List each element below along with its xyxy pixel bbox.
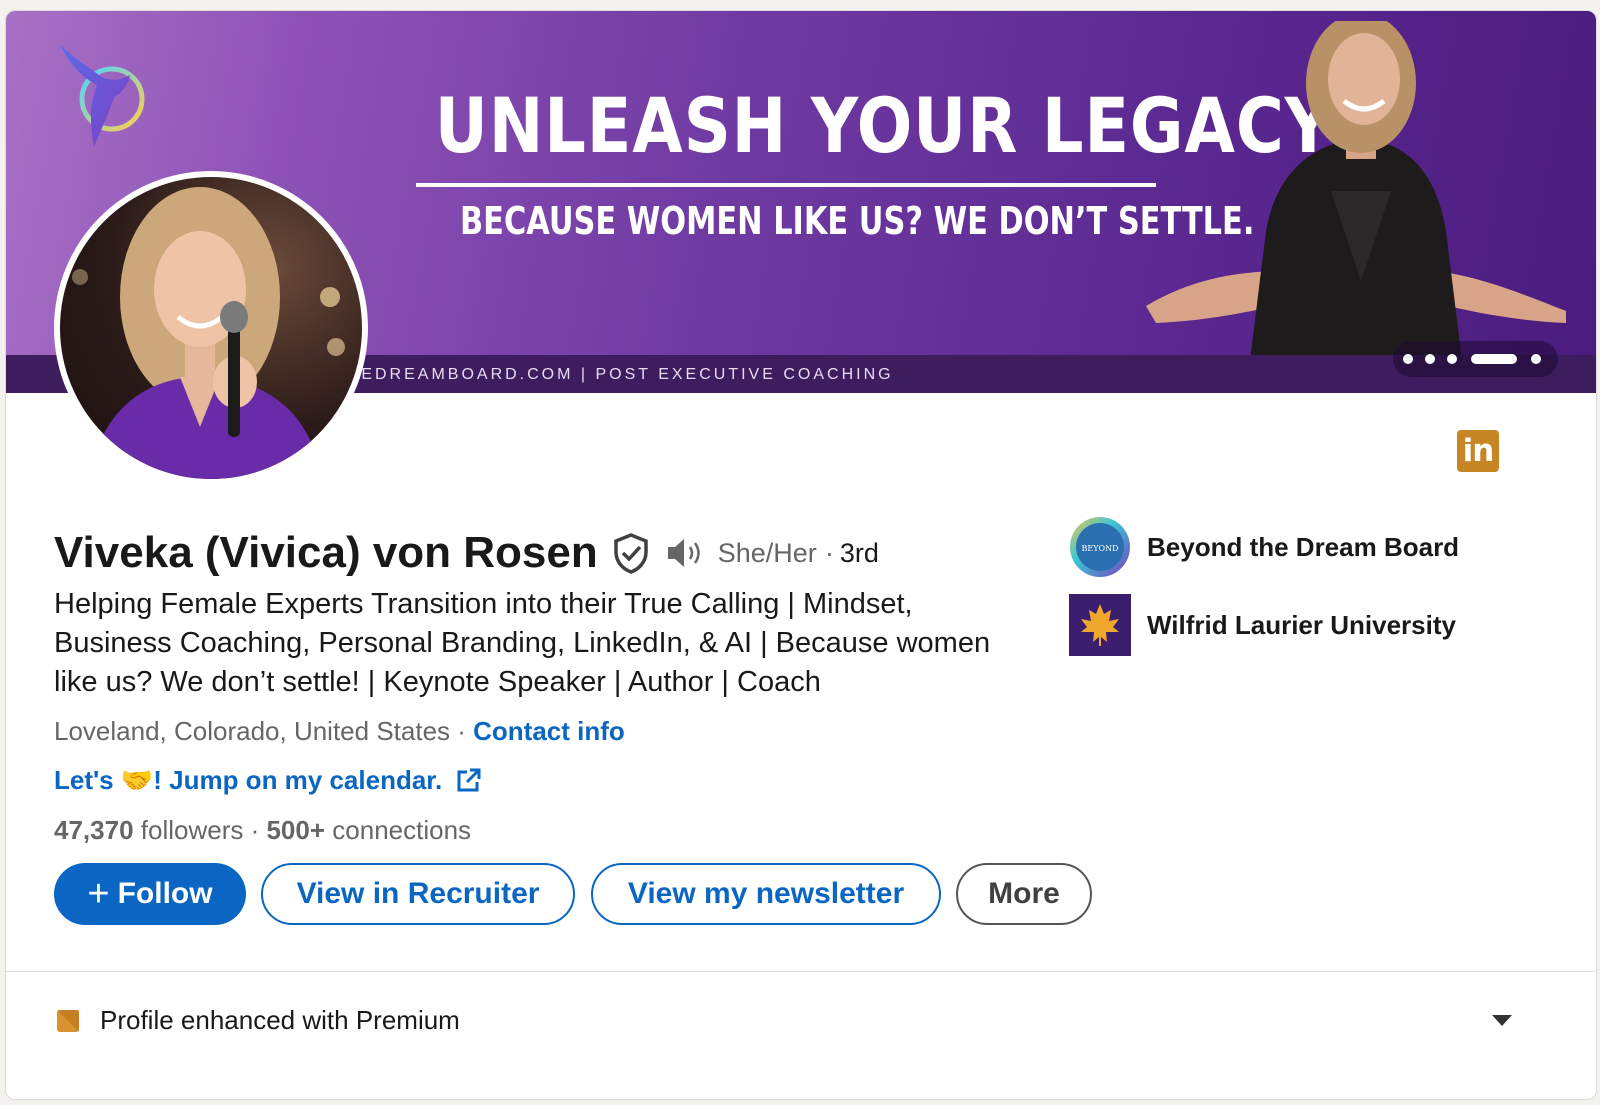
network-stats: 47,370 followers · 500+ connections <box>54 815 471 846</box>
carousel-dot[interactable] <box>1425 354 1435 364</box>
more-button[interactable]: More <box>956 863 1092 925</box>
location-separator: · <box>450 716 474 746</box>
current-company-link[interactable]: BEYOND Beyond the Dream Board <box>1069 516 1459 578</box>
profile-card: UNLEASH YOUR LEGACY BECAUSE WOMEN LIKE U… <box>5 10 1597 1100</box>
profile-photo-image <box>60 177 362 479</box>
banner-carousel-indicator[interactable] <box>1393 341 1558 377</box>
calendar-link-text[interactable]: Let's 🤝! Jump on my calendar. <box>54 765 442 796</box>
premium-label: Profile enhanced with Premium <box>100 1005 460 1035</box>
current-company-name[interactable]: Beyond the Dream Board <box>1147 532 1459 563</box>
beyond-dream-board-logo-icon: BEYOND <box>1070 517 1130 577</box>
view-in-recruiter-button[interactable]: View in Recruiter <box>261 863 575 925</box>
connections-label[interactable]: connections <box>325 815 471 845</box>
premium-badge-icon <box>57 1009 79 1032</box>
location: Loveland, Colorado, United States <box>54 716 451 746</box>
profile-photo-illustration <box>72 187 345 479</box>
laurier-maple-leaf-logo-icon <box>1069 594 1131 656</box>
view-newsletter-button[interactable]: View my newsletter <box>591 863 941 925</box>
connection-degree: 3rd <box>839 537 879 568</box>
degree-separator: · <box>824 537 834 568</box>
profile-headline: Helping Female Experts Transition into t… <box>54 588 991 698</box>
beyond-logo-text: BEYOND <box>1082 544 1119 553</box>
external-link-icon <box>457 768 481 791</box>
name-pronunciation-icon[interactable] <box>666 536 706 570</box>
banner-headline: UNLEASH YOUR LEGACY <box>434 81 1333 170</box>
verified-shield-icon[interactable] <box>612 532 650 574</box>
carousel-dot[interactable] <box>1531 354 1541 364</box>
chevron-down-icon[interactable] <box>1492 1015 1512 1026</box>
follow-button-label: Follow <box>117 877 213 910</box>
phoenix-logo-icon <box>60 45 145 147</box>
education-name[interactable]: Wilfrid Laurier University <box>1147 610 1456 641</box>
name-row: Viveka (Vivica) von Rosen She/Her · 3rd <box>54 523 879 583</box>
linkedin-premium-icon: in <box>1457 430 1499 472</box>
contact-info-link[interactable]: Contact info <box>473 716 625 746</box>
followers-count[interactable]: 47,370 <box>54 815 134 845</box>
calendar-link[interactable]: Let's 🤝! Jump on my calendar. <box>54 765 482 796</box>
education-link[interactable]: Wilfrid Laurier University <box>1069 594 1456 656</box>
banner-divider <box>416 183 1156 187</box>
carousel-dot[interactable] <box>1403 354 1413 364</box>
pronouns: She/Her <box>717 537 817 568</box>
carousel-dot[interactable] <box>1447 354 1457 364</box>
location-row: Loveland, Colorado, United States · Cont… <box>54 716 625 747</box>
profile-name: Viveka (Vivica) von Rosen <box>54 528 598 577</box>
connections-count[interactable]: 500+ <box>266 815 325 845</box>
profile-photo[interactable] <box>54 171 368 485</box>
followers-label[interactable]: followers <box>134 815 244 845</box>
carousel-dot-active[interactable] <box>1471 354 1517 364</box>
stats-separator: · <box>243 815 267 845</box>
premium-row[interactable]: Profile enhanced with Premium <box>56 1005 460 1036</box>
follow-button[interactable]: + Follow <box>54 863 246 925</box>
banner-subline: BECAUSE WOMEN LIKE US? WE DON’T SETTLE. <box>460 199 1255 243</box>
section-divider <box>6 971 1596 972</box>
banner-speaker-photo <box>1146 21 1566 393</box>
plus-icon: + <box>87 873 110 915</box>
